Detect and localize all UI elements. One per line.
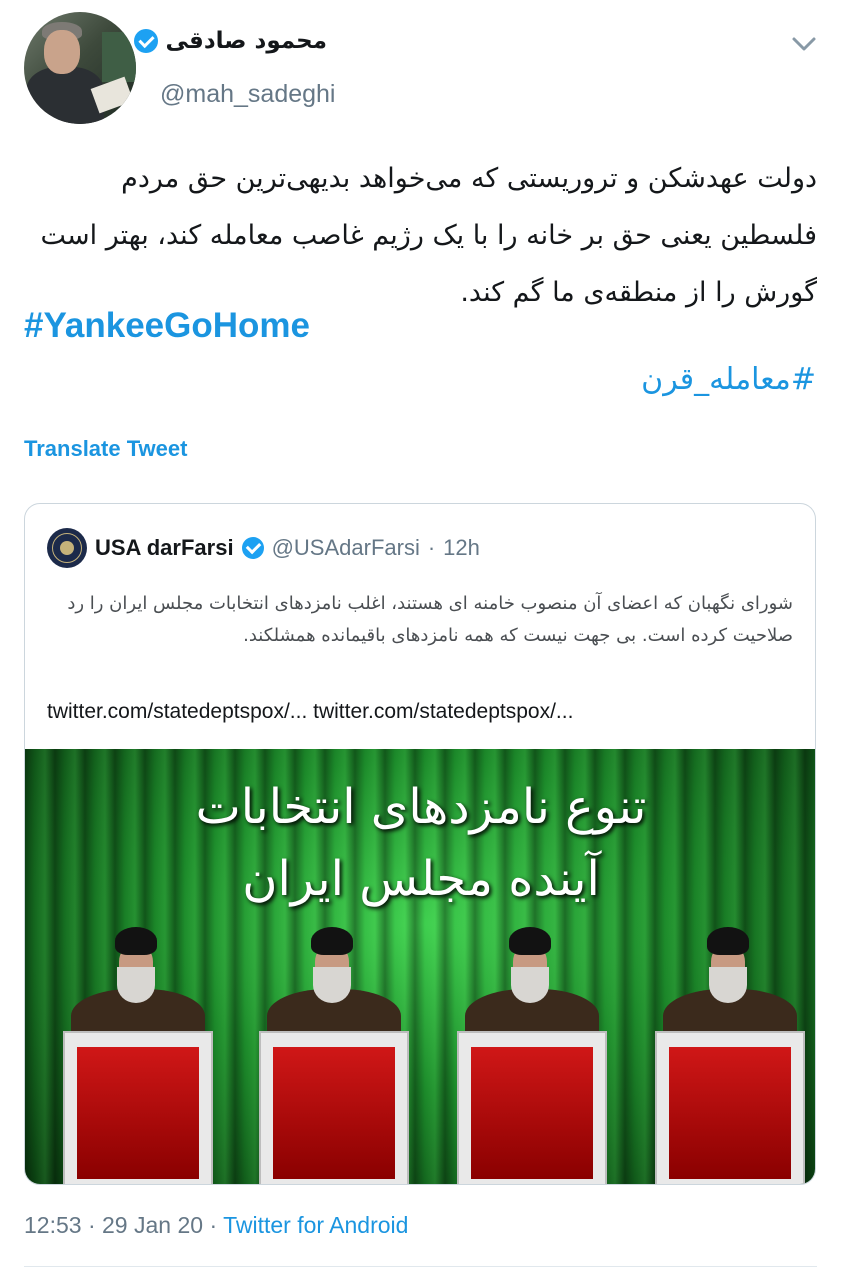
tweet-meta: 12:53 · 29 Jan 20 · Twitter for Android xyxy=(24,1212,408,1239)
quoted-tweet-header: USA darFarsi @USAdarFarsi · 12h xyxy=(47,528,480,568)
quoted-tweet-links: twitter.com/statedeptspox/... twitter.co… xyxy=(47,700,573,724)
quoted-tweet-card[interactable]: USA darFarsi @USAdarFarsi · 12h شورای نگ… xyxy=(24,503,816,1185)
separator-dot: · xyxy=(87,1212,96,1238)
author-name-row[interactable]: محمود صادقی xyxy=(133,28,327,54)
author-display-name[interactable]: محمود صادقی xyxy=(166,28,327,54)
chevron-down-icon[interactable] xyxy=(790,34,818,54)
separator-dot: · xyxy=(209,1212,218,1238)
quoted-tweet-image[interactable]: تنوع نامزدهای انتخابات آینده مجلس ایران xyxy=(25,749,815,1184)
verified-badge-icon xyxy=(133,29,158,53)
quoted-author-handle[interactable]: @USAdarFarsi xyxy=(272,535,420,561)
separator-dot: · xyxy=(427,535,436,560)
verified-badge-icon xyxy=(241,537,264,559)
divider xyxy=(24,1266,817,1267)
figure-at-podium xyxy=(63,927,213,1184)
tweet-time[interactable]: 12:53 xyxy=(24,1212,82,1238)
quoted-link-1[interactable]: twitter.com/statedeptspox/... xyxy=(47,700,307,723)
quoted-tweet-time[interactable]: 12h xyxy=(443,535,480,561)
tweet-source-link[interactable]: Twitter for Android xyxy=(223,1212,408,1238)
author-avatar[interactable] xyxy=(24,12,136,124)
avatar-face xyxy=(44,30,80,74)
tweet-text: دولت عهدشکن و تروریستی که می‌خواهد بدیهی… xyxy=(40,163,817,308)
avatar-seat xyxy=(102,32,136,82)
translate-tweet-link[interactable]: Translate Tweet xyxy=(24,436,187,462)
figure-at-podium xyxy=(655,927,805,1184)
quoted-author-name[interactable]: USA darFarsi xyxy=(95,535,234,561)
quoted-link-2[interactable]: twitter.com/statedeptspox/... xyxy=(313,700,573,723)
figure-at-podium xyxy=(457,927,607,1184)
hashtag-deal-of-century[interactable]: #معامله_قرن xyxy=(641,362,816,397)
image-caption-line2: آینده مجلس ایران xyxy=(242,851,600,907)
state-department-seal-icon[interactable] xyxy=(47,528,87,568)
author-handle[interactable]: @mah_sadeghi xyxy=(160,80,336,109)
figure-at-podium xyxy=(259,927,409,1184)
image-caption-line1: تنوع نامزدهای انتخابات xyxy=(195,779,647,835)
quoted-tweet-text: شورای نگهبان که اعضای آن منصوب خامنه ای … xyxy=(67,593,793,646)
tweet-date[interactable]: 29 Jan 20 xyxy=(102,1212,203,1238)
hashtag-yankeegohome[interactable]: #YankeeGoHome xyxy=(24,306,310,346)
